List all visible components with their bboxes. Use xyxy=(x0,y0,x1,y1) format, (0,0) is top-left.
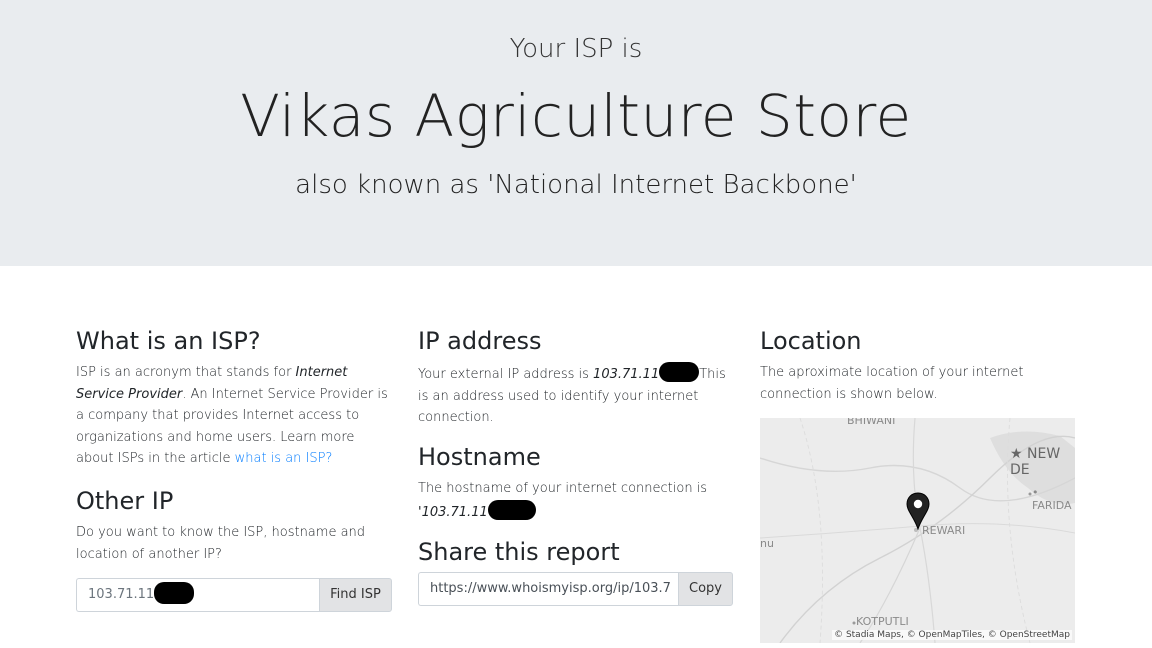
map-label-faridabad: • FARIDA xyxy=(1032,486,1072,512)
hostname-heading: Hostname xyxy=(418,443,541,471)
other-ip-input-value: 103.71.11 xyxy=(88,587,155,602)
map-label-nu: nu xyxy=(760,537,774,550)
share-form: https://www.whoismyisp.org/ip/103.7 Copy xyxy=(418,572,733,606)
map-attribution: © Stadia Maps, © OpenMapTiles, © OpenStr… xyxy=(832,630,1072,640)
map-label-faridabad-text: FARIDA xyxy=(1032,499,1072,512)
ip-address-section: IP address Your external IP address is 1… xyxy=(418,326,734,429)
location-text: The aproximate location of your internet… xyxy=(760,365,1024,402)
other-ip-form: 103.71.11 Find ISP xyxy=(76,578,392,612)
ip-address-heading: IP address xyxy=(418,327,542,355)
hostname-value: '103.71.11 xyxy=(418,504,488,520)
hero-banner: Your ISP is Vikas Agriculture Store also… xyxy=(0,0,1152,266)
map-label-bhiwani: BHIWANI xyxy=(847,418,896,427)
ip-address-text: Your external IP address is 103.71.11 Thi… xyxy=(418,362,734,429)
hostname-value-line: '103.71.11 xyxy=(418,499,734,524)
location-map[interactable]: BHIWANI ★ NEW DE • FARIDA REWARI nu KOTP… xyxy=(760,418,1075,643)
location-section: Location The aproximate location of your… xyxy=(760,326,1076,405)
location-heading: Location xyxy=(760,327,862,355)
other-ip-section: Other IP Do you want to know the ISP, ho… xyxy=(76,486,392,565)
map-label-new-delhi: ★ NEW DE xyxy=(1010,446,1061,478)
what-is-isp-link[interactable]: what is an ISP? xyxy=(235,451,333,466)
hostname-text: The hostname of your internet connection… xyxy=(418,481,708,496)
isp-name-title: Vikas Agriculture Store xyxy=(240,82,912,150)
map-label-new-delhi-text: NEW DE xyxy=(1010,446,1061,478)
isp-alias: also known as 'National Internet Backbon… xyxy=(295,170,857,200)
what-is-isp-text: ISP is an acronym that stands for Intern… xyxy=(76,362,392,470)
other-ip-text: Do you want to know the ISP, hostname an… xyxy=(76,525,366,562)
what-is-isp-section: What is an ISP? ISP is an acronym that s… xyxy=(76,326,392,470)
ip-address-text-1: Your external IP address is xyxy=(418,367,594,382)
what-is-isp-text-1: ISP is an acronym that stands for xyxy=(76,365,296,380)
hero-pretitle: Your ISP is xyxy=(509,34,643,64)
location-pin-icon[interactable] xyxy=(906,492,930,530)
redaction-mark xyxy=(659,362,700,382)
redaction-mark xyxy=(154,582,195,604)
hostname-section: Hostname The hostname of your internet c… xyxy=(418,442,734,523)
redaction-mark xyxy=(487,499,536,520)
other-ip-heading: Other IP xyxy=(76,487,174,515)
ip-address-value: 103.71.11 xyxy=(593,367,660,382)
find-isp-button[interactable]: Find ISP xyxy=(319,578,392,612)
share-url-input[interactable]: https://www.whoismyisp.org/ip/103.7 xyxy=(418,572,678,606)
other-ip-input[interactable]: 103.71.11 xyxy=(76,578,319,612)
share-heading: Share this report xyxy=(418,538,620,566)
what-is-isp-heading: What is an ISP? xyxy=(76,327,261,355)
share-section: Share this report xyxy=(418,537,734,573)
copy-button[interactable]: Copy xyxy=(678,572,733,606)
map-label-kotputli: KOTPUTLI xyxy=(856,615,909,628)
